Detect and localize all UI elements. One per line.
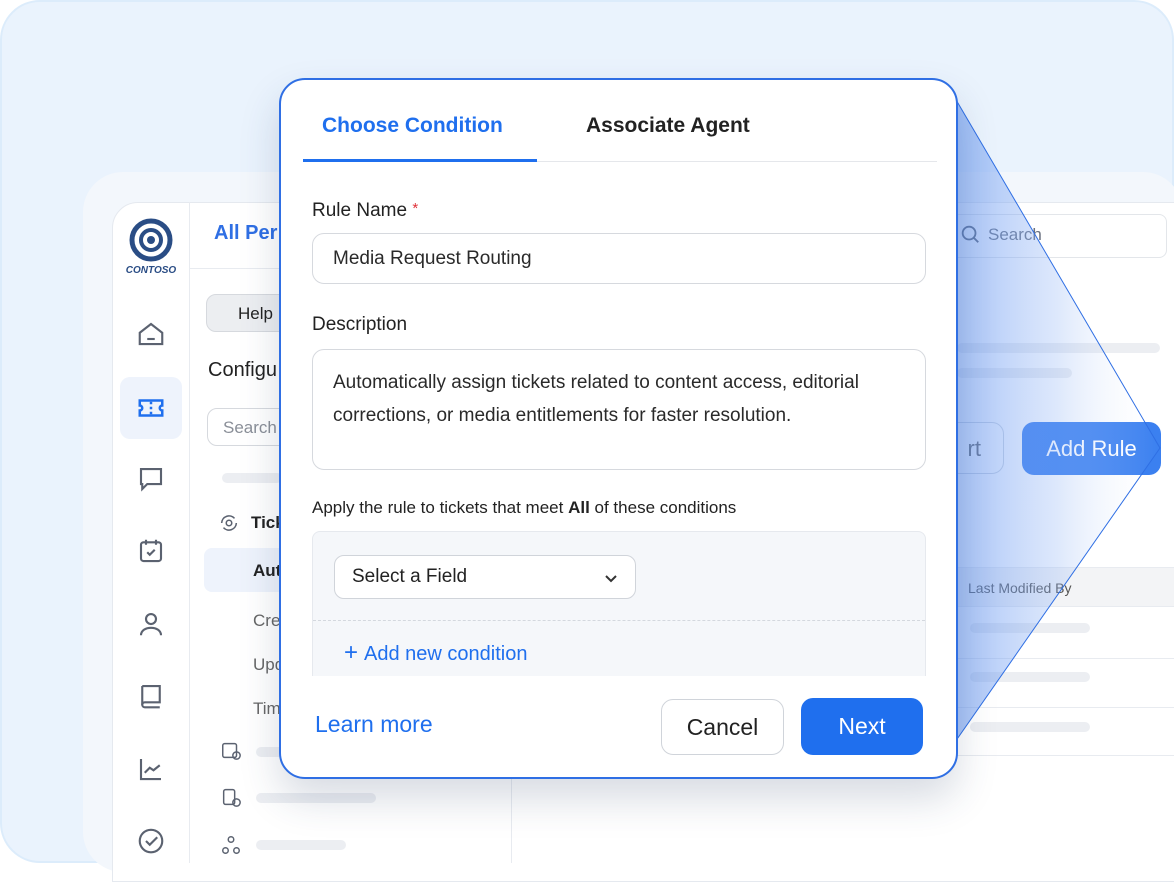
rule-name-input[interactable]: Media Request Routing	[312, 233, 926, 284]
add-rule-button[interactable]: Add Rule	[1022, 422, 1161, 475]
check-circle-icon	[136, 826, 166, 856]
required-mark: *	[412, 200, 418, 217]
divider	[957, 707, 1174, 708]
sidebar-item-calendar[interactable]	[120, 520, 182, 582]
table-row	[970, 722, 1090, 732]
calendar-check-icon	[136, 536, 166, 566]
chevron-down-icon	[603, 570, 619, 586]
sidebar-rail	[112, 202, 190, 863]
instruction-bold: All	[568, 498, 590, 517]
column-header-last-modified[interactable]: Last Modified By	[968, 580, 1072, 596]
conditions-instruction: Apply the rule to tickets that meet All …	[312, 498, 736, 518]
webhook-icon	[220, 834, 242, 856]
calendar-clock-icon	[220, 739, 242, 761]
conditions-box: Select a Field + Add new condition	[312, 531, 926, 676]
placeholder-bar	[957, 343, 1160, 353]
clipboard-clock-icon	[220, 786, 242, 808]
rule-name-label: Rule Name *	[312, 200, 418, 222]
description-label: Description	[312, 314, 407, 336]
tree-item[interactable]: Aut	[253, 561, 281, 581]
placeholder-bar	[256, 840, 346, 850]
placeholder-bar	[957, 368, 1072, 378]
home-icon	[136, 319, 166, 349]
user-icon	[136, 609, 166, 639]
active-tab-indicator	[303, 159, 537, 162]
brand-logo: CONTOSO	[124, 218, 178, 276]
chart-icon	[136, 754, 166, 784]
tab-associate-agent[interactable]: Associate Agent	[586, 114, 750, 138]
plus-icon: +	[344, 639, 358, 666]
select-field-dropdown[interactable]: Select a Field	[334, 555, 636, 599]
add-condition-link[interactable]: + Add new condition	[344, 639, 527, 667]
tab-choose-condition[interactable]: Choose Condition	[322, 114, 503, 138]
sidebar-item-knowledge[interactable]	[120, 665, 182, 727]
tree-item[interactable]: Tim	[253, 699, 281, 719]
rule-name-label-text: Rule Name	[312, 200, 407, 221]
chat-icon	[136, 464, 166, 494]
rules-list-area: Search rt Add Rule Last Modified By	[957, 202, 1174, 863]
table-row	[970, 672, 1090, 682]
instruction-prefix: Apply the rule to tickets that meet	[312, 498, 568, 517]
sidebar-item-home[interactable]	[120, 303, 182, 365]
sidebar-item-chat[interactable]	[120, 448, 182, 510]
cancel-button[interactable]: Cancel	[661, 699, 784, 755]
divider	[957, 755, 1174, 756]
book-icon	[136, 681, 166, 711]
description-textarea[interactable]: Automatically assign tickets related to …	[312, 349, 926, 470]
divider	[957, 658, 1174, 659]
page-title: All Per	[214, 222, 277, 245]
placeholder-bar	[256, 793, 376, 803]
search-icon	[959, 223, 981, 245]
next-button[interactable]: Next	[801, 698, 923, 755]
contoso-logo-icon	[129, 218, 173, 262]
automation-cycle-icon	[218, 512, 240, 534]
add-condition-label: Add new condition	[364, 643, 527, 665]
tree-item[interactable]: Cre	[253, 611, 280, 631]
list-search-placeholder: Search	[988, 225, 1042, 245]
table-row	[970, 623, 1090, 633]
ticket-icon	[136, 393, 166, 423]
select-field-value: Select a Field	[352, 566, 467, 588]
sidebar-item-contacts[interactable]	[120, 593, 182, 655]
learn-more-link[interactable]: Learn more	[315, 711, 433, 738]
config-heading: Configu	[208, 359, 277, 382]
add-rule-modal: Choose Condition Associate Agent Rule Na…	[279, 78, 958, 779]
dashed-divider	[313, 620, 925, 621]
placeholder-bar	[222, 473, 282, 483]
sidebar-item-tickets[interactable]	[120, 377, 182, 439]
instruction-suffix: of these conditions	[590, 498, 736, 517]
sidebar-item-reports[interactable]	[120, 738, 182, 800]
